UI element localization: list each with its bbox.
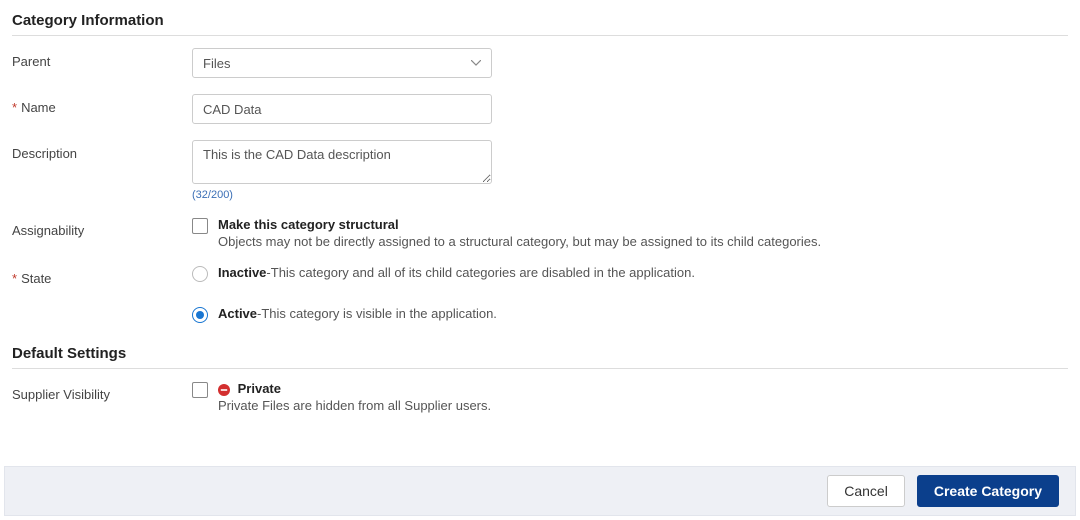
state-inactive-label: Inactive — [218, 265, 266, 280]
state-active-desc: -This category is visible in the applica… — [257, 306, 497, 321]
section-divider — [12, 35, 1068, 36]
footer-action-bar: Cancel Create Category — [4, 466, 1076, 516]
label-parent: Parent — [12, 48, 192, 69]
state-inactive-desc: -This category and all of its child cate… — [266, 265, 695, 280]
supplier-visibility-private-checkbox[interactable] — [192, 382, 208, 398]
assignability-option-label: Make this category structural — [218, 217, 399, 232]
private-restricted-icon — [218, 384, 230, 396]
cancel-button[interactable]: Cancel — [827, 475, 905, 507]
name-input[interactable] — [192, 94, 492, 124]
label-supplier-visibility: Supplier Visibility — [12, 381, 192, 402]
private-option-desc: Private Files are hidden from all Suppli… — [218, 398, 491, 413]
state-radio-active[interactable] — [192, 307, 208, 323]
label-state: *State — [12, 265, 192, 286]
required-asterisk: * — [12, 271, 17, 286]
section-title-category-info: Category Information — [12, 12, 1068, 29]
parent-select-value: Files — [203, 56, 230, 71]
create-category-button[interactable]: Create Category — [917, 475, 1059, 507]
state-radio-inactive[interactable] — [192, 266, 208, 282]
private-option-label: Private — [238, 381, 281, 396]
chevron-down-icon — [471, 58, 481, 68]
description-char-count: (32/200) — [192, 189, 1052, 201]
section-title-default-settings: Default Settings — [12, 345, 1068, 362]
assignability-option-desc: Objects may not be directly assigned to … — [218, 234, 821, 249]
label-description: Description — [12, 140, 192, 161]
parent-select[interactable]: Files — [192, 48, 492, 78]
description-textarea[interactable]: This is the CAD Data description — [192, 140, 492, 184]
state-active-label: Active — [218, 306, 257, 321]
label-assignability: Assignability — [12, 217, 192, 238]
required-asterisk: * — [12, 100, 17, 115]
assignability-structural-checkbox[interactable] — [192, 218, 208, 234]
label-name: *Name — [12, 94, 192, 115]
section-divider — [12, 368, 1068, 369]
